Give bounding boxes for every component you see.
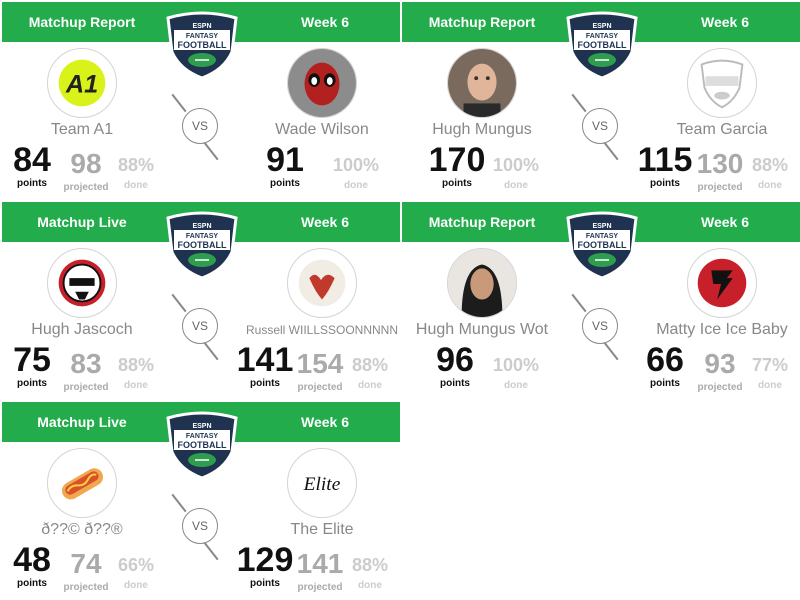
svg-text:FANTASY: FANTASY <box>586 233 618 240</box>
divider <box>203 341 219 361</box>
team-name-right[interactable]: The Elite <box>222 521 400 539</box>
svg-text:ESPN: ESPN <box>192 423 211 430</box>
right-projected: 154 projected <box>296 348 344 393</box>
team-name-right[interactable]: Wade Wilson <box>222 121 400 139</box>
card-week: Week 6 <box>701 214 749 230</box>
left-done: 88% done <box>117 155 155 191</box>
card-title: Matchup Report <box>428 214 536 230</box>
right-points: 91 points <box>266 141 304 189</box>
team-name-left[interactable]: ð??© ð??® <box>2 521 182 539</box>
right-done: 88% done <box>351 555 389 591</box>
divider <box>203 541 219 561</box>
svg-text:FANTASY: FANTASY <box>186 233 218 240</box>
right-done: 77% done <box>751 355 789 391</box>
hotdog-icon[interactable] <box>47 448 117 518</box>
espn-fantasy-football-logo-icon: ESPN FANTASY FOOTBALL <box>164 208 240 280</box>
matchup-card[interactable]: Matchup Report Week 6 ESPN FANTASY FOOTB… <box>2 0 400 200</box>
deadpool-avatar-icon[interactable] <box>287 48 357 118</box>
svg-text:ESPN: ESPN <box>192 223 211 230</box>
svg-text:ESPN: ESPN <box>592 23 611 30</box>
left-points: 84 points <box>13 141 51 189</box>
svg-text:FOOTBALL: FOOTBALL <box>178 440 227 450</box>
card-week: Week 6 <box>301 214 349 230</box>
vs-badge: VS <box>182 108 218 144</box>
matchup-card[interactable]: Matchup Live Week 6 ESPN FANTASY FOOTBAL… <box>2 200 400 400</box>
fantasy-football-logo-icon[interactable] <box>687 48 757 118</box>
svg-text:FOOTBALL: FOOTBALL <box>178 40 227 50</box>
left-done: 100% done <box>492 355 540 391</box>
divider <box>603 141 619 161</box>
svg-text:FANTASY: FANTASY <box>186 433 218 440</box>
left-points: 96 points <box>436 341 474 389</box>
a1-logo-icon[interactable]: A1 <box>47 48 117 118</box>
svg-text:FANTASY: FANTASY <box>186 33 218 40</box>
divider <box>171 493 187 513</box>
divider <box>603 341 619 361</box>
team-name-right[interactable]: Matty Ice Ice Baby <box>622 321 800 339</box>
left-done: 66% done <box>117 555 155 591</box>
card-title: Matchup Report <box>428 14 536 30</box>
espn-fantasy-football-logo-icon: ESPN FANTASY FOOTBALL <box>164 8 240 80</box>
espn-fantasy-football-logo-icon: ESPN FANTASY FOOTBALL <box>164 408 240 480</box>
divider <box>171 93 187 113</box>
right-points: 141 points <box>236 341 294 389</box>
matchup-card[interactable]: Matchup Report Week 6 ESPN FANTASY FOOTB… <box>402 200 800 400</box>
team-name-left[interactable]: Hugh Mungus <box>402 121 582 139</box>
espn-fantasy-football-logo-icon: ESPN FANTASY FOOTBALL <box>564 8 640 80</box>
vs-badge: VS <box>582 108 618 144</box>
team-name-right[interactable]: Team Garcia <box>622 121 800 139</box>
elite-logo-icon[interactable]: Elite <box>287 448 357 518</box>
left-projected: 98 projected <box>63 148 109 193</box>
right-projected: 141 projected <box>296 548 344 593</box>
left-projected: 83 projected <box>63 348 109 393</box>
right-done: 88% done <box>751 155 789 191</box>
card-title: Matchup Live <box>37 414 127 430</box>
right-done: 100% done <box>332 155 380 191</box>
person-photo-icon[interactable] <box>447 248 517 318</box>
svg-text:FANTASY: FANTASY <box>586 33 618 40</box>
left-points: 75 points <box>13 341 51 389</box>
right-done: 88% done <box>351 355 389 391</box>
svg-text:FOOTBALL: FOOTBALL <box>578 40 627 50</box>
card-week: Week 6 <box>301 414 349 430</box>
vs-badge: VS <box>582 308 618 344</box>
matchup-card[interactable]: Matchup Live Week 6 ESPN FANTASY FOOTBAL… <box>2 400 400 600</box>
falcons-logo-icon[interactable] <box>687 248 757 318</box>
matchup-card[interactable]: Matchup Report Week 6 ESPN FANTASY FOOTB… <box>402 0 800 200</box>
left-done: 88% done <box>117 355 155 391</box>
svg-text:ESPN: ESPN <box>592 223 611 230</box>
team-name-left[interactable]: Team A1 <box>2 121 182 139</box>
espn-fantasy-football-logo-icon: ESPN FANTASY FOOTBALL <box>564 208 640 280</box>
card-week: Week 6 <box>701 14 749 30</box>
right-points: 115 points <box>637 141 693 189</box>
vs-badge: VS <box>182 508 218 544</box>
right-points: 66 points <box>646 341 684 389</box>
team-name-left[interactable]: Hugh Mungus Wot <box>402 321 582 339</box>
divider <box>171 293 187 313</box>
vs-badge: VS <box>182 308 218 344</box>
left-points: 170 points <box>428 141 486 189</box>
right-projected: 130 projected <box>696 148 744 193</box>
card-title: Matchup Report <box>28 14 136 30</box>
divider <box>571 293 587 313</box>
svg-text:ESPN: ESPN <box>192 23 211 30</box>
divider <box>571 93 587 113</box>
svg-text:FOOTBALL: FOOTBALL <box>178 240 227 250</box>
team-name-left[interactable]: Hugh Jascoch <box>2 321 182 339</box>
team-name-right[interactable]: Russell WIILLSSOONNNNN <box>222 323 400 337</box>
svg-text:A1: A1 <box>65 71 98 99</box>
right-points: 129 points <box>236 541 294 589</box>
volleyball-wilson-icon[interactable] <box>287 248 357 318</box>
left-projected: 74 projected <box>63 548 109 593</box>
svg-text:Elite: Elite <box>303 474 341 495</box>
right-projected: 93 projected <box>697 348 743 393</box>
left-done: 100% done <box>492 155 540 191</box>
card-title: Matchup Live <box>37 214 127 230</box>
stormtrooper-icon[interactable] <box>47 248 117 318</box>
svg-text:FOOTBALL: FOOTBALL <box>578 240 627 250</box>
left-points: 48 points <box>13 541 51 589</box>
card-week: Week 6 <box>301 14 349 30</box>
person-photo-icon[interactable] <box>447 48 517 118</box>
divider <box>203 141 219 161</box>
